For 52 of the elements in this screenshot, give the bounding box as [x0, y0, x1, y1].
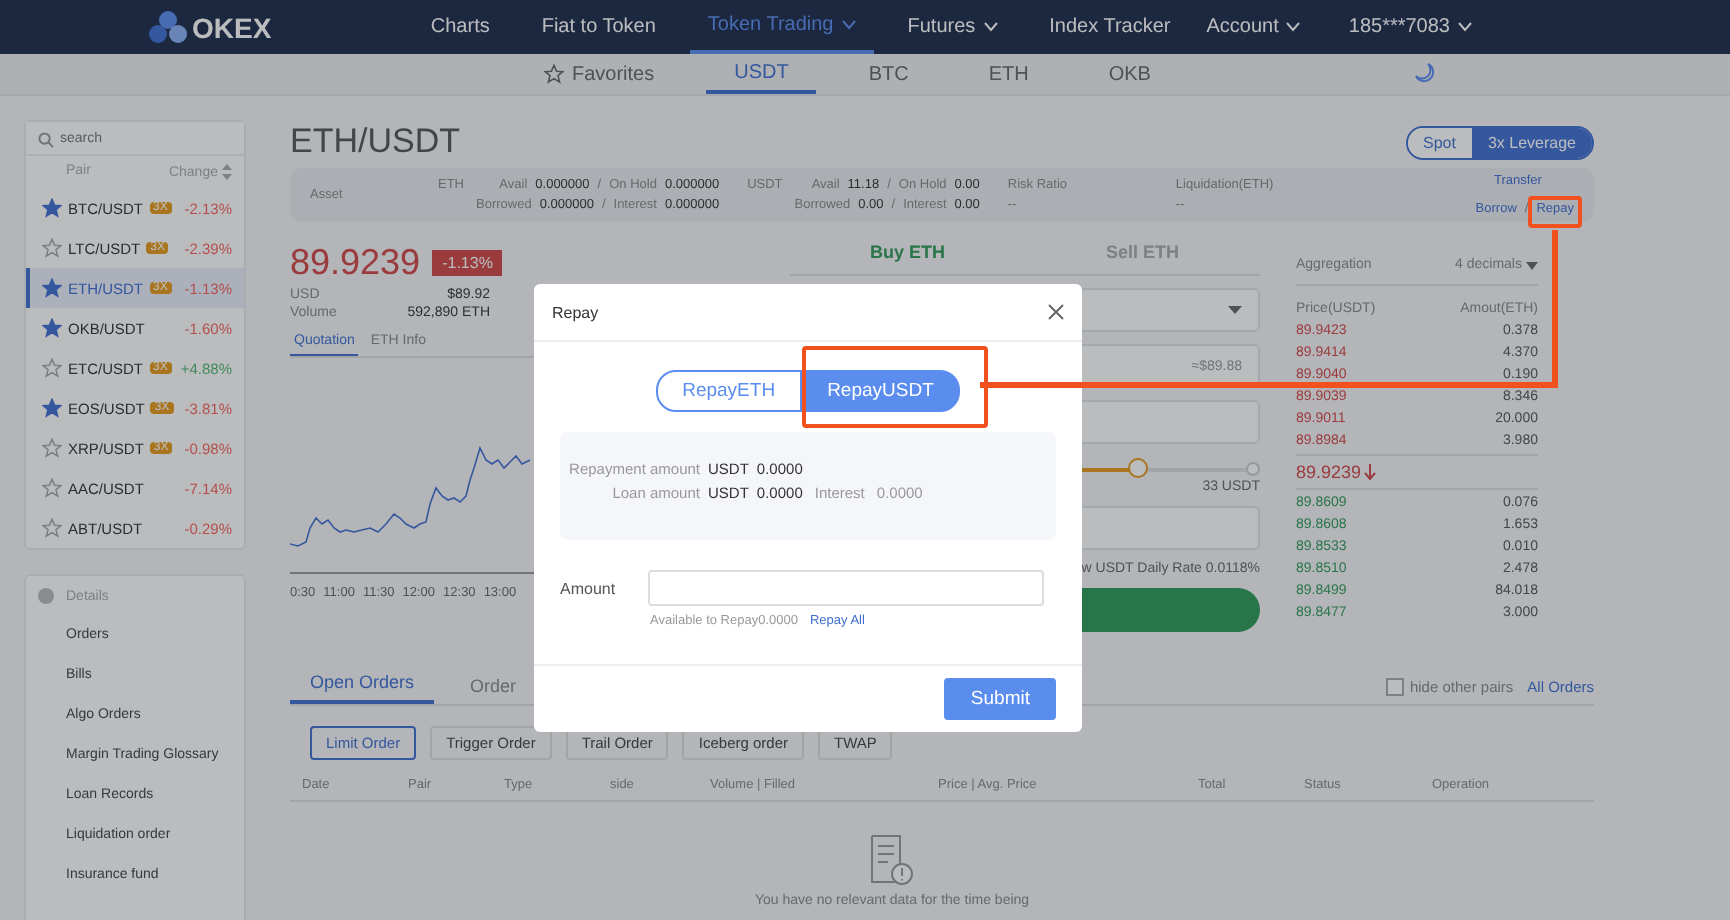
- sort-icon[interactable]: [222, 164, 232, 180]
- user-menu[interactable]: 185***7083: [1330, 0, 1490, 54]
- checkbox[interactable]: [1385, 678, 1404, 696]
- dot-icon: [38, 588, 54, 604]
- star-icon[interactable]: [42, 398, 62, 418]
- change-badge: -1.13%: [432, 250, 503, 276]
- star-icon[interactable]: [42, 438, 62, 458]
- star-icon[interactable]: [42, 198, 62, 218]
- nav-link[interactable]: Charts: [412, 0, 508, 54]
- down-arrow-icon: [1363, 464, 1376, 480]
- star-icon[interactable]: [42, 238, 62, 258]
- last-price: 89.9239: [290, 242, 421, 284]
- last-price: 89.9239: [1296, 462, 1362, 482]
- star-icon[interactable]: [42, 518, 62, 538]
- market-tab[interactable]: ETH: [960, 54, 1057, 94]
- star-icon[interactable]: [42, 318, 62, 338]
- orders-tab[interactable]: Order: [450, 676, 537, 704]
- star-icon[interactable]: [42, 358, 62, 378]
- logo-text: OKEX: [192, 11, 272, 43]
- star-icon[interactable]: [42, 278, 62, 298]
- submit-button[interactable]: Submit: [944, 678, 1056, 720]
- orders-tab[interactable]: Open Orders: [290, 672, 435, 704]
- market-tab[interactable]: USDT: [706, 54, 817, 94]
- amount-label: Amount: [560, 579, 618, 597]
- caret-icon: [1526, 261, 1538, 269]
- slider-end-dot: [1246, 462, 1260, 476]
- pair-title: ETH/USDT: [290, 122, 460, 162]
- nav-link[interactable]: Index Tracker: [1031, 0, 1189, 54]
- market-tab[interactable]: OKB: [1080, 54, 1179, 94]
- repay-coin-tab[interactable]: RepayETH: [656, 370, 802, 412]
- mode-option[interactable]: Spot: [1407, 127, 1472, 157]
- moon-icon[interactable]: [1414, 62, 1436, 84]
- empty-document-icon: [870, 834, 914, 886]
- market-tab[interactable]: Favorites: [516, 54, 683, 94]
- mode-option[interactable]: 3x Leverage: [1471, 127, 1592, 157]
- amount-input[interactable]: [648, 570, 1044, 606]
- caret-icon: [1228, 306, 1242, 314]
- search-icon: [38, 131, 54, 147]
- caret-icon: [1458, 22, 1472, 32]
- nav-link[interactable]: Fiat to Token: [523, 0, 674, 54]
- cubes-logo-icon: [148, 9, 188, 45]
- dialog-title: Repay: [552, 303, 599, 321]
- nav-link[interactable]: Futures: [889, 0, 1016, 54]
- account-menu[interactable]: Account: [1188, 0, 1319, 54]
- market-tab[interactable]: BTC: [840, 54, 937, 94]
- slider-thumb[interactable]: [1128, 458, 1149, 478]
- repay-coin-tab[interactable]: RepayUSDT: [801, 370, 960, 412]
- close-icon[interactable]: [1048, 304, 1064, 320]
- highlight-box: [1528, 196, 1582, 228]
- trade-tab[interactable]: Buy ETH: [790, 242, 1025, 274]
- star-icon[interactable]: [42, 478, 62, 498]
- caret-icon: [1286, 22, 1301, 32]
